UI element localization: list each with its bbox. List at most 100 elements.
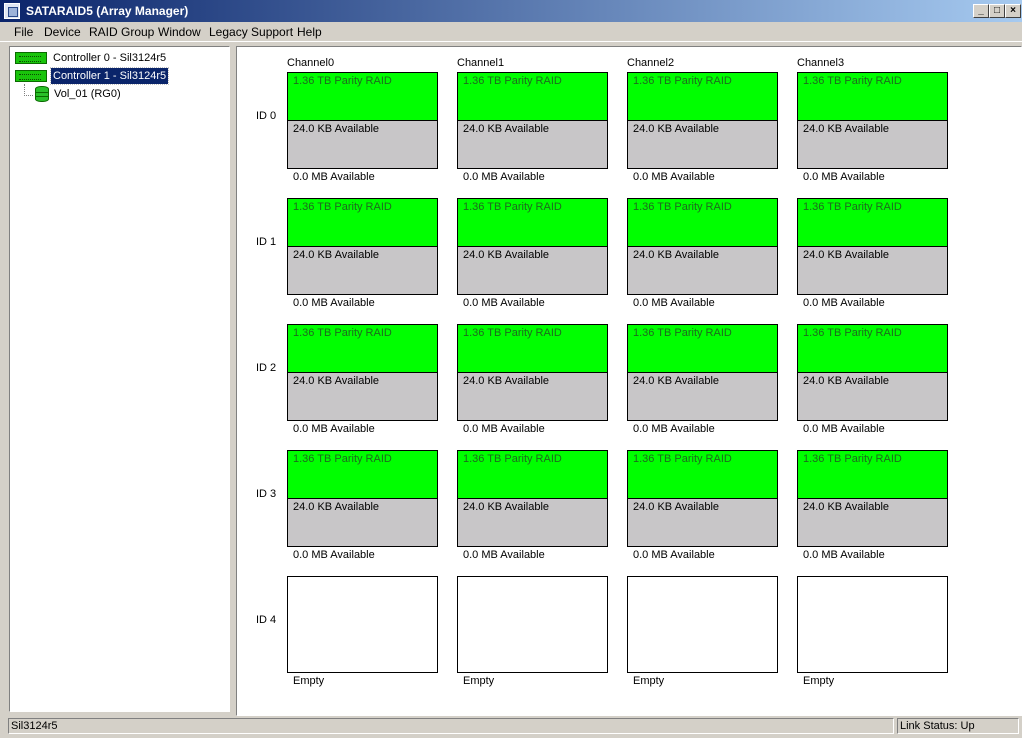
raid-segment[interactable]: 1.36 TB Parity RAID — [458, 199, 607, 247]
free-segment[interactable]: 24.0 KB Available — [288, 499, 437, 546]
free-segment-label: 24.0 KB Available — [293, 501, 380, 513]
disk-cell[interactable]: 1.36 TB Parity RAID 24.0 KB Available — [287, 450, 438, 547]
status-bar: Sil3124r5 Link Status: Up — [0, 716, 1022, 738]
tree-item-controller-0[interactable]: Controller 0 - Sil3124r5 — [15, 50, 225, 66]
raid-segment[interactable]: 1.36 TB Parity RAID — [628, 325, 777, 373]
free-segment[interactable]: 24.0 KB Available — [628, 499, 777, 546]
raid-segment[interactable]: 1.36 TB Parity RAID — [798, 199, 947, 247]
free-segment-label: 24.0 KB Available — [633, 249, 720, 261]
raid-segment-label: 1.36 TB Parity RAID — [293, 201, 392, 213]
minimize-button[interactable]: _ — [973, 4, 989, 18]
raid-segment[interactable]: 1.36 TB Parity RAID — [288, 325, 437, 373]
disk-cell[interactable]: 1.36 TB Parity RAID 24.0 KB Available — [287, 72, 438, 169]
free-segment-label: 24.0 KB Available — [293, 249, 380, 261]
raid-segment-label: 1.36 TB Parity RAID — [633, 75, 732, 87]
free-segment-label: 24.0 KB Available — [633, 375, 720, 387]
disk-caption: 0.0 MB Available — [803, 423, 885, 435]
id-row-label: ID 0 — [256, 110, 277, 122]
menu-window[interactable]: Window — [158, 25, 201, 39]
free-segment-label: 24.0 KB Available — [633, 123, 720, 135]
disk-caption: 0.0 MB Available — [633, 549, 715, 561]
device-tree[interactable]: Controller 0 - Sil3124r5 Controller 1 - … — [9, 46, 230, 712]
free-segment-label: 24.0 KB Available — [803, 249, 890, 261]
free-segment[interactable]: 24.0 KB Available — [288, 121, 437, 168]
free-segment[interactable]: 24.0 KB Available — [628, 247, 777, 294]
disk-cell[interactable]: 1.36 TB Parity RAID 24.0 KB Available — [287, 324, 438, 421]
disk-caption: 0.0 MB Available — [293, 423, 375, 435]
free-segment[interactable]: 24.0 KB Available — [798, 121, 947, 168]
maximize-button[interactable]: □ — [989, 4, 1005, 18]
tree-connector — [24, 95, 33, 96]
disk-caption: 0.0 MB Available — [633, 297, 715, 309]
disk-cell[interactable]: 1.36 TB Parity RAID 24.0 KB Available — [457, 450, 608, 547]
disk-cell[interactable]: 1.36 TB Parity RAID 24.0 KB Available — [457, 324, 608, 421]
free-segment[interactable]: 24.0 KB Available — [458, 121, 607, 168]
free-segment[interactable]: 24.0 KB Available — [458, 247, 607, 294]
status-link: Link Status: Up — [897, 718, 1019, 734]
array-manager-icon[interactable] — [4, 3, 20, 19]
disk-cell[interactable]: 1.36 TB Parity RAID 24.0 KB Available — [627, 324, 778, 421]
free-segment[interactable]: 24.0 KB Available — [798, 499, 947, 546]
disk-caption: 0.0 MB Available — [293, 297, 375, 309]
raid-segment-label: 1.36 TB Parity RAID — [803, 201, 902, 213]
free-segment[interactable]: 24.0 KB Available — [798, 373, 947, 420]
raid-segment-label: 1.36 TB Parity RAID — [633, 201, 732, 213]
raid-segment[interactable]: 1.36 TB Parity RAID — [288, 451, 437, 499]
free-segment[interactable]: 24.0 KB Available — [628, 373, 777, 420]
free-segment[interactable]: 24.0 KB Available — [288, 247, 437, 294]
close-button[interactable]: × — [1005, 4, 1021, 18]
disk-cell[interactable]: 1.36 TB Parity RAID 24.0 KB Available — [287, 198, 438, 295]
disk-cell[interactable] — [797, 576, 948, 673]
raid-segment-label: 1.36 TB Parity RAID — [803, 453, 902, 465]
raid-segment[interactable]: 1.36 TB Parity RAID — [628, 199, 777, 247]
disk-cell[interactable]: 1.36 TB Parity RAID 24.0 KB Available — [797, 324, 948, 421]
menu-legacy-support[interactable]: Legacy Support — [209, 25, 293, 39]
disk-cell[interactable]: 1.36 TB Parity RAID 24.0 KB Available — [797, 450, 948, 547]
tree-item-controller-1[interactable]: Controller 1 - Sil3124r5 — [15, 67, 225, 85]
disk-cell[interactable]: 1.36 TB Parity RAID 24.0 KB Available — [457, 198, 608, 295]
menu-help[interactable]: Help — [297, 25, 322, 39]
raid-segment[interactable]: 1.36 TB Parity RAID — [458, 451, 607, 499]
disk-cell[interactable]: 1.36 TB Parity RAID 24.0 KB Available — [627, 198, 778, 295]
disk-caption: 0.0 MB Available — [803, 549, 885, 561]
raid-segment[interactable]: 1.36 TB Parity RAID — [458, 73, 607, 121]
raid-segment[interactable]: 1.36 TB Parity RAID — [798, 73, 947, 121]
disk-cell[interactable]: 1.36 TB Parity RAID 24.0 KB Available — [627, 72, 778, 169]
disk-caption: 0.0 MB Available — [803, 171, 885, 183]
raid-segment[interactable]: 1.36 TB Parity RAID — [798, 325, 947, 373]
free-segment-label: 24.0 KB Available — [293, 375, 380, 387]
raid-segment-label: 1.36 TB Parity RAID — [463, 327, 562, 339]
menu-device[interactable]: Device — [44, 25, 81, 39]
tree-item-label: Controller 1 - Sil3124r5 — [49, 67, 170, 85]
free-segment[interactable]: 24.0 KB Available — [798, 247, 947, 294]
free-segment[interactable]: 24.0 KB Available — [458, 499, 607, 546]
raid-segment[interactable]: 1.36 TB Parity RAID — [458, 325, 607, 373]
free-segment-label: 24.0 KB Available — [803, 501, 890, 513]
tree-item-volume[interactable]: Vol_01 (RG0) — [35, 86, 215, 102]
menu-file[interactable]: File — [14, 25, 33, 39]
disk-caption: 0.0 MB Available — [293, 549, 375, 561]
raid-segment-label: 1.36 TB Parity RAID — [463, 453, 562, 465]
raid-segment-label: 1.36 TB Parity RAID — [633, 327, 732, 339]
raid-segment-label: 1.36 TB Parity RAID — [463, 75, 562, 87]
channel-header: Channel1 — [457, 57, 505, 69]
raid-segment[interactable]: 1.36 TB Parity RAID — [288, 73, 437, 121]
free-segment[interactable]: 24.0 KB Available — [628, 121, 777, 168]
disk-cell[interactable]: 1.36 TB Parity RAID 24.0 KB Available — [797, 198, 948, 295]
controller-card-icon — [15, 70, 47, 82]
raid-segment[interactable]: 1.36 TB Parity RAID — [798, 451, 947, 499]
disk-cell[interactable]: 1.36 TB Parity RAID 24.0 KB Available — [797, 72, 948, 169]
raid-segment[interactable]: 1.36 TB Parity RAID — [628, 73, 777, 121]
menu-raid-group[interactable]: RAID Group — [89, 25, 154, 39]
disk-cell[interactable]: 1.36 TB Parity RAID 24.0 KB Available — [457, 72, 608, 169]
raid-segment[interactable]: 1.36 TB Parity RAID — [288, 199, 437, 247]
disk-cell[interactable] — [627, 576, 778, 673]
disk-caption: 0.0 MB Available — [803, 297, 885, 309]
disk-cell[interactable] — [457, 576, 608, 673]
disk-cell[interactable]: 1.36 TB Parity RAID 24.0 KB Available — [627, 450, 778, 547]
free-segment[interactable]: 24.0 KB Available — [288, 373, 437, 420]
raid-segment[interactable]: 1.36 TB Parity RAID — [628, 451, 777, 499]
window-title: SATARAID5 (Array Manager) — [26, 4, 189, 18]
disk-cell[interactable] — [287, 576, 438, 673]
free-segment[interactable]: 24.0 KB Available — [458, 373, 607, 420]
